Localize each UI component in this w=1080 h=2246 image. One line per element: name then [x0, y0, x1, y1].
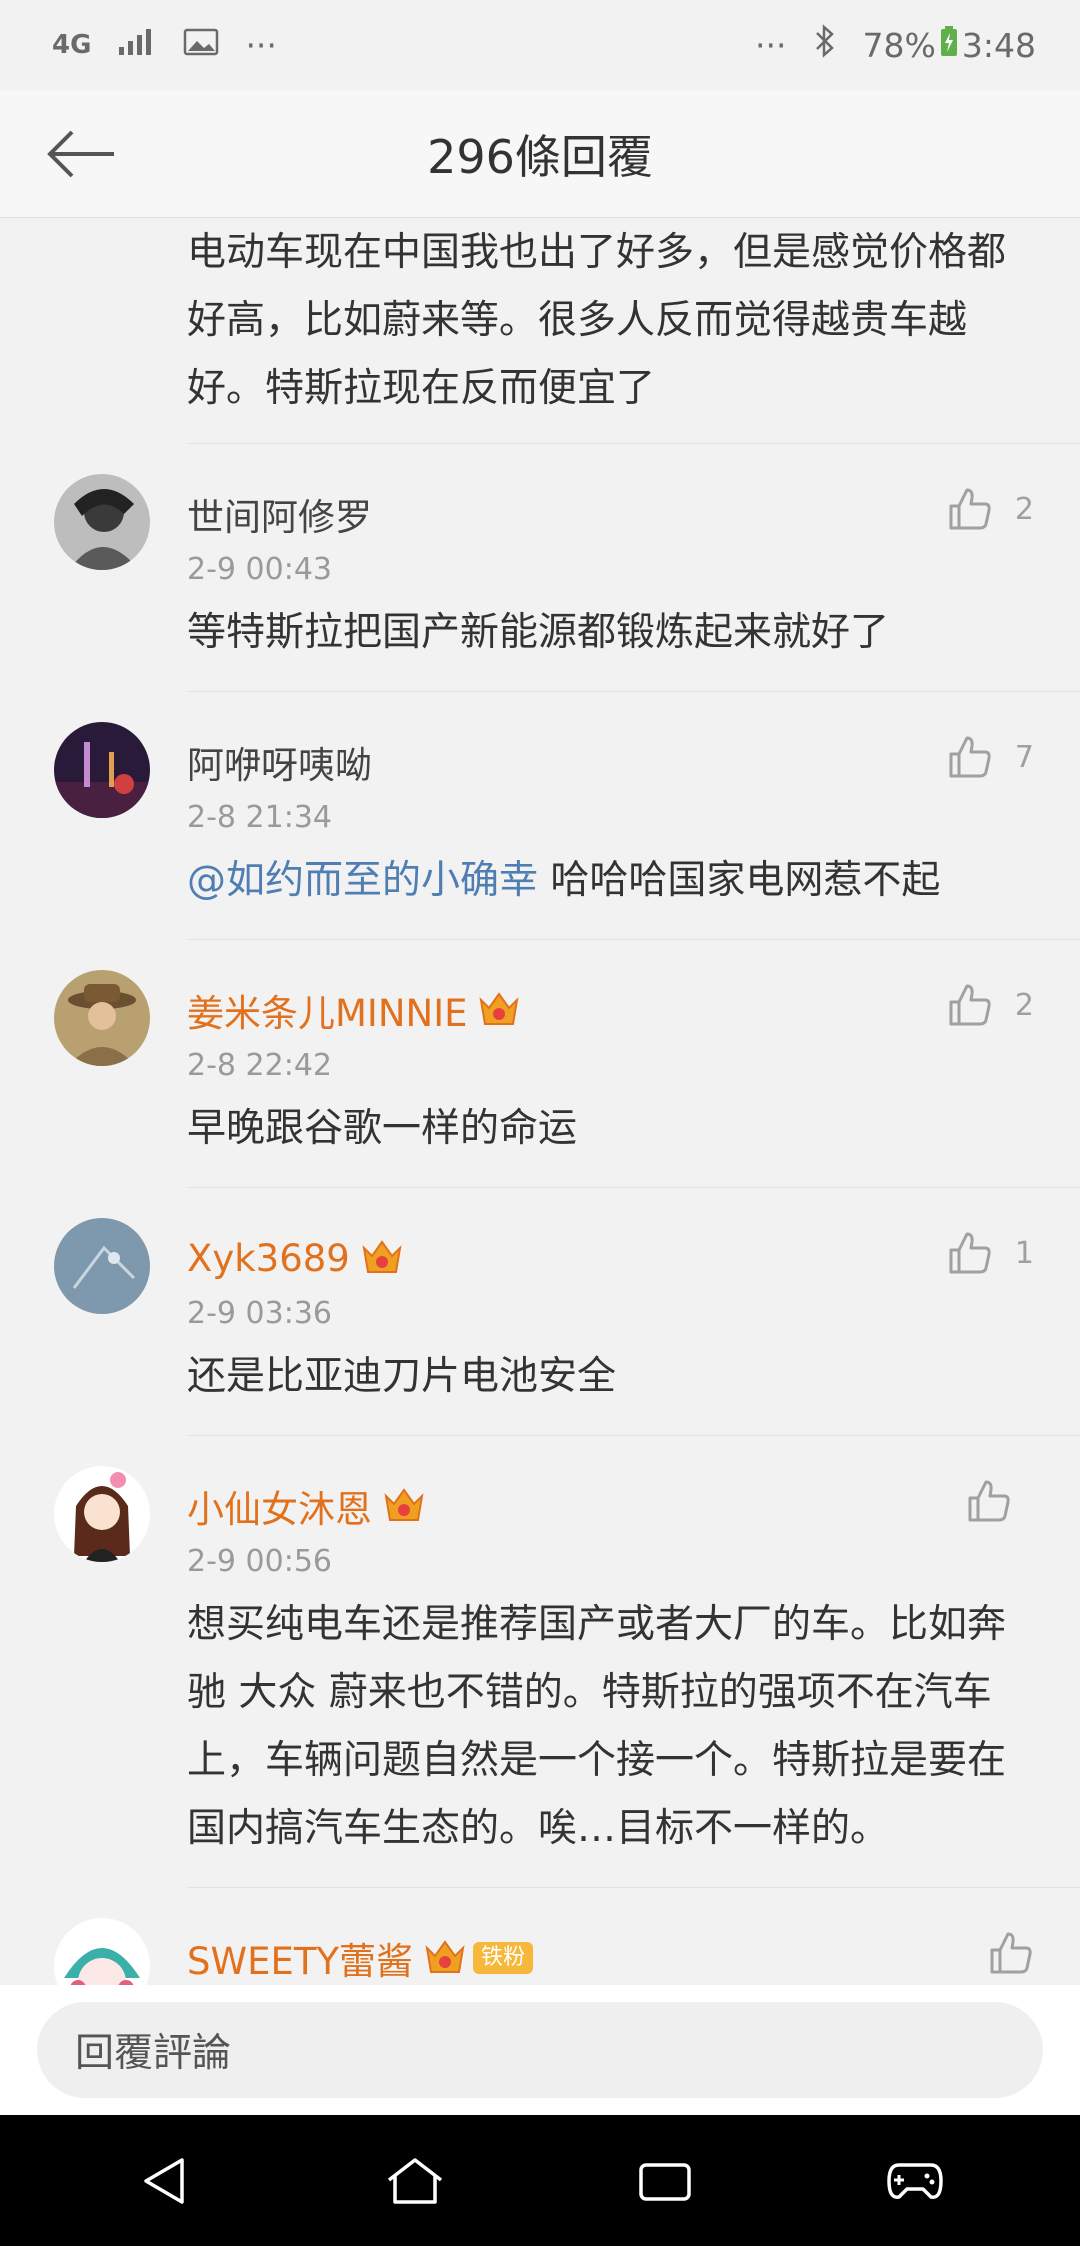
list-item[interactable]: SWEETY蕾酱 铁粉	[0, 1888, 1080, 1985]
comment-text: 想买纯电车还是推荐国产或者大厂的车。比如奔驰 大众 蔚来也不错的。特斯拉的强项不…	[187, 1602, 1007, 1851]
image-icon	[183, 26, 219, 65]
thumbs-up-icon	[949, 736, 991, 778]
system-nav-bar	[0, 2115, 1080, 2246]
comment-text: @如约而至的小确幸 哈哈哈国家电网惹不起	[187, 847, 1044, 915]
thumbs-up-icon	[949, 984, 991, 1026]
mention-link[interactable]: @如约而至的小确幸	[187, 858, 538, 903]
username[interactable]: Xyk3689	[187, 1237, 350, 1280]
nav-game-button[interactable]	[870, 2136, 960, 2226]
back-button[interactable]	[40, 120, 120, 188]
comment-body: 哈哈哈国家电网惹不起	[538, 858, 941, 903]
overflow-dots-left: ···	[245, 25, 277, 65]
reply-input[interactable]: 回覆評論	[37, 2002, 1043, 2098]
nav-back-button[interactable]	[120, 2136, 210, 2226]
timestamp: 2-9 03:36	[187, 1296, 332, 1331]
list-item[interactable]: 阿咿呀咦呦 2-8 21:34 @如约而至的小确幸 哈哈哈国家电网惹不起 7	[0, 692, 1080, 940]
thumbs-up-icon	[949, 488, 991, 530]
gamepad-icon	[887, 2162, 943, 2199]
fan-badge: 铁粉	[473, 1942, 534, 1974]
thumbs-up-icon	[990, 1932, 1032, 1974]
avatar[interactable]	[54, 1918, 150, 1985]
original-comment-text: 电动车现在中国我也出了好多，但是感觉价格都好高，比如蔚来等。很多人反而觉得越贵车…	[187, 219, 1080, 444]
battery-charging-icon	[940, 25, 958, 65]
like-button[interactable]: 2	[947, 486, 1034, 532]
username[interactable]: 小仙女沐恩	[187, 1479, 372, 1533]
signal-icon	[117, 26, 157, 65]
nav-recents-button[interactable]	[620, 2136, 710, 2226]
timestamp: 2-8 21:34	[187, 800, 332, 835]
avatar[interactable]	[54, 1218, 150, 1314]
clock: 3:48	[961, 25, 1036, 65]
comment-text: 还是比亚迪刀片电池安全	[187, 1354, 617, 1399]
like-button[interactable]: 2	[947, 982, 1034, 1028]
vip-crown-icon	[382, 1484, 426, 1528]
list-item[interactable]: 世间阿修罗 2-9 00:43 等特斯拉把国产新能源都锻炼起来就好了 2	[0, 444, 1080, 692]
avatar[interactable]	[54, 1466, 150, 1562]
reply-list[interactable]: 电动车现在中国我也出了好多，但是感觉价格都好高，比如蔚来等。很多人反而觉得越贵车…	[0, 219, 1080, 1985]
timestamp: 2-9 00:43	[187, 552, 332, 587]
list-item[interactable]: 姜米条儿MINNIE 2-8 22:42 早晚跟谷歌一样的命运 2	[0, 940, 1080, 1188]
username[interactable]: 姜米条儿MINNIE	[187, 983, 467, 1037]
network-type: 4G	[52, 30, 92, 60]
username[interactable]: 阿咿呀咦呦	[187, 735, 372, 789]
page-title: 296條回覆	[427, 129, 653, 184]
bluetooth-icon	[813, 24, 837, 66]
like-count: 7	[1014, 739, 1034, 775]
avatar[interactable]	[54, 722, 150, 818]
vip-crown-icon	[477, 988, 521, 1032]
back-arrow-icon	[47, 130, 114, 178]
like-button[interactable]	[988, 1930, 1034, 1976]
thumbs-up-icon	[949, 1232, 991, 1274]
timestamp: 2-9 00:56	[187, 1544, 332, 1579]
like-count: 2	[1014, 491, 1034, 527]
avatar[interactable]	[54, 474, 150, 570]
home-icon	[387, 2157, 443, 2204]
username[interactable]: 世间阿修罗	[187, 487, 372, 541]
list-item[interactable]: 小仙女沐恩 2-9 00:56 想买纯电车还是推荐国产或者大厂的车。比如奔驰 大…	[0, 1436, 1080, 1888]
like-count: 2	[1014, 987, 1034, 1023]
triangle-back-icon	[144, 2157, 184, 2204]
reply-bar: 回覆評論	[0, 1985, 1080, 2115]
like-button[interactable]	[966, 1478, 1034, 1524]
like-count: 1	[1014, 1235, 1034, 1271]
battery-level: 78%	[862, 25, 936, 65]
overflow-dots-right: ···	[755, 25, 787, 65]
username[interactable]: SWEETY蕾酱	[187, 1931, 413, 1985]
avatar[interactable]	[54, 970, 150, 1066]
vip-crown-icon	[423, 1936, 467, 1980]
like-button[interactable]: 1	[947, 1230, 1034, 1276]
recents-icon	[639, 2162, 691, 2201]
original-comment: 电动车现在中国我也出了好多，但是感觉价格都好高，比如蔚来等。很多人反而觉得越贵车…	[0, 219, 1080, 444]
comment-text: 早晚跟谷歌一样的命运	[187, 1106, 578, 1151]
like-button[interactable]: 7	[947, 734, 1034, 780]
status-bar: 4G ··· ··· 78% 3:48	[0, 0, 1080, 90]
nav-home-button[interactable]	[370, 2136, 460, 2226]
comment-text: 等特斯拉把国产新能源都锻炼起来就好了	[187, 610, 890, 655]
list-item[interactable]: Xyk3689 2-9 03:36 还是比亚迪刀片电池安全 1	[0, 1188, 1080, 1436]
timestamp: 2-8 22:42	[187, 1048, 332, 1083]
vip-crown-icon	[360, 1236, 404, 1280]
top-bar: 296條回覆	[0, 90, 1080, 218]
thumbs-up-icon	[968, 1480, 1010, 1522]
